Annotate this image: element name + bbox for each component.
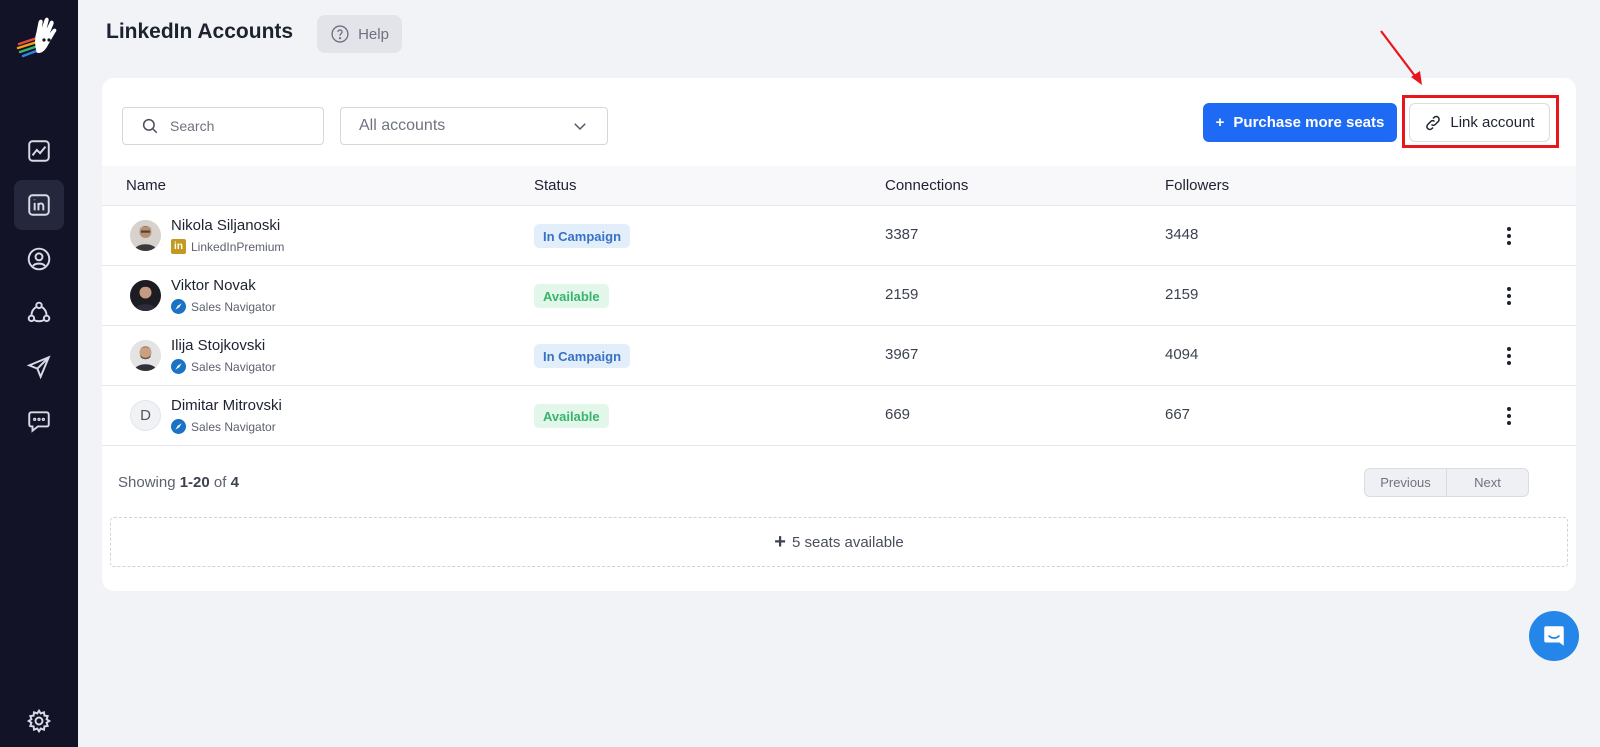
- plus-icon: +: [1215, 114, 1225, 131]
- chat-bubble-icon: [1544, 626, 1564, 646]
- seats-available-label: 5 seats available: [791, 533, 904, 551]
- connections-count: 669: [885, 406, 911, 423]
- account-subscription: in LinkedInPremium: [171, 239, 284, 254]
- sales-navigator-icon: [171, 419, 186, 434]
- chart-icon: [28, 140, 50, 162]
- status-badge: In Campaign: [534, 344, 631, 368]
- link-account-label: Link account: [1450, 114, 1535, 131]
- showing-prefix: Showing: [118, 474, 176, 491]
- support-chat-button[interactable]: [1529, 611, 1579, 661]
- help-label: Help: [358, 25, 389, 43]
- user-icon: [27, 247, 51, 271]
- row-menu-icon[interactable]: [1497, 284, 1521, 308]
- showing-total: 4: [230, 474, 239, 491]
- showing-of: of: [213, 474, 227, 491]
- subscription-label: Sales Navigator: [191, 419, 276, 434]
- avatar-initial: D: [130, 400, 161, 431]
- account-name: Dimitar Mitrovski: [171, 397, 282, 414]
- purchase-seats-button[interactable]: + Purchase more seats: [1203, 103, 1397, 142]
- showing-range: 1-20: [179, 474, 210, 491]
- page-title: LinkedIn Accounts: [106, 20, 294, 43]
- subscription-label: Sales Navigator: [191, 299, 276, 314]
- table-row[interactable]: Nikola Siljanoski in LinkedInPremium In …: [102, 206, 1576, 266]
- chevron-down-icon: [574, 123, 586, 131]
- next-page-button[interactable]: Next: [1447, 469, 1528, 496]
- account-name: Ilija Stojkovski: [171, 337, 266, 354]
- status-badge: Available: [534, 284, 609, 308]
- sidebar: [0, 0, 78, 747]
- followers-count: 4094: [1165, 346, 1199, 363]
- column-header-name: Name: [126, 177, 167, 194]
- column-header-status: Status: [534, 177, 577, 194]
- gear-icon: [26, 708, 52, 734]
- row-menu-icon[interactable]: [1497, 404, 1521, 428]
- followers-count: 3448: [1165, 226, 1199, 243]
- row-menu-icon[interactable]: [1497, 224, 1521, 248]
- table-header: Name Status Connections Followers: [102, 166, 1576, 206]
- status-badge: In Campaign: [534, 224, 631, 248]
- add-seats-button[interactable]: + 5 seats available: [110, 517, 1568, 567]
- column-header-connections: Connections: [885, 177, 969, 194]
- pagination-summary: Showing 1-20 of 4: [118, 474, 239, 491]
- sidebar-item-campaigns[interactable]: [14, 342, 64, 392]
- followers-count: 667: [1165, 406, 1191, 423]
- column-header-followers: Followers: [1165, 177, 1230, 194]
- account-filter-value: All accounts: [359, 117, 446, 134]
- account-filter-select[interactable]: All accounts: [340, 107, 608, 145]
- sidebar-item-network[interactable]: [14, 288, 64, 338]
- sales-navigator-icon: [171, 359, 186, 374]
- link-icon: [1426, 115, 1441, 130]
- sidebar-item-analytics[interactable]: [14, 126, 64, 176]
- chat-icon: [28, 411, 50, 433]
- search-box[interactable]: [122, 107, 324, 145]
- followers-count: 2159: [1165, 286, 1199, 303]
- avatar: [130, 340, 161, 371]
- table-row[interactable]: Ilija Stojkovski Sales Navigator In Camp…: [102, 326, 1576, 386]
- accounts-card: All accounts + Purchase more seats Link …: [102, 78, 1576, 591]
- account-name: Viktor Novak: [171, 277, 256, 294]
- account-subscription: Sales Navigator: [171, 299, 276, 314]
- sidebar-item-profile[interactable]: [14, 234, 64, 284]
- sidebar-item-linkedin[interactable]: [14, 180, 64, 230]
- question-circle-icon: [331, 25, 349, 43]
- logo-hand-icon[interactable]: [15, 16, 63, 60]
- search-icon: [142, 118, 158, 134]
- link-account-button[interactable]: Link account: [1409, 103, 1550, 142]
- plus-icon: +: [774, 530, 786, 553]
- subscription-label: LinkedInPremium: [191, 239, 285, 254]
- status-badge: Available: [534, 404, 609, 428]
- avatar: [130, 220, 161, 251]
- row-menu-icon[interactable]: [1497, 344, 1521, 368]
- connections-count: 2159: [885, 286, 919, 303]
- sidebar-item-inbox[interactable]: [14, 396, 64, 446]
- linkedin-premium-icon: in: [171, 239, 186, 254]
- connections-count: 3967: [885, 346, 919, 363]
- connections-count: 3387: [885, 226, 919, 243]
- account-subscription: Sales Navigator: [171, 359, 276, 374]
- sales-navigator-icon: [171, 299, 186, 314]
- previous-page-button[interactable]: Previous: [1365, 469, 1447, 496]
- avatar: [130, 280, 161, 311]
- send-icon: [26, 355, 51, 380]
- pagination: Previous Next: [1364, 468, 1529, 497]
- search-input[interactable]: [170, 118, 300, 134]
- table-row[interactable]: D Dimitar Mitrovski Sales Navigator Avai…: [102, 386, 1576, 446]
- help-button[interactable]: Help: [317, 15, 402, 53]
- account-subscription: Sales Navigator: [171, 419, 276, 434]
- network-icon: [27, 301, 51, 323]
- sidebar-item-settings[interactable]: [14, 701, 64, 741]
- subscription-label: Sales Navigator: [191, 359, 276, 374]
- purchase-seats-label: Purchase more seats: [1233, 114, 1385, 131]
- linkedin-icon: [28, 194, 50, 216]
- account-name: Nikola Siljanoski: [171, 217, 281, 234]
- table-row[interactable]: Viktor Novak Sales Navigator Available 2…: [102, 266, 1576, 326]
